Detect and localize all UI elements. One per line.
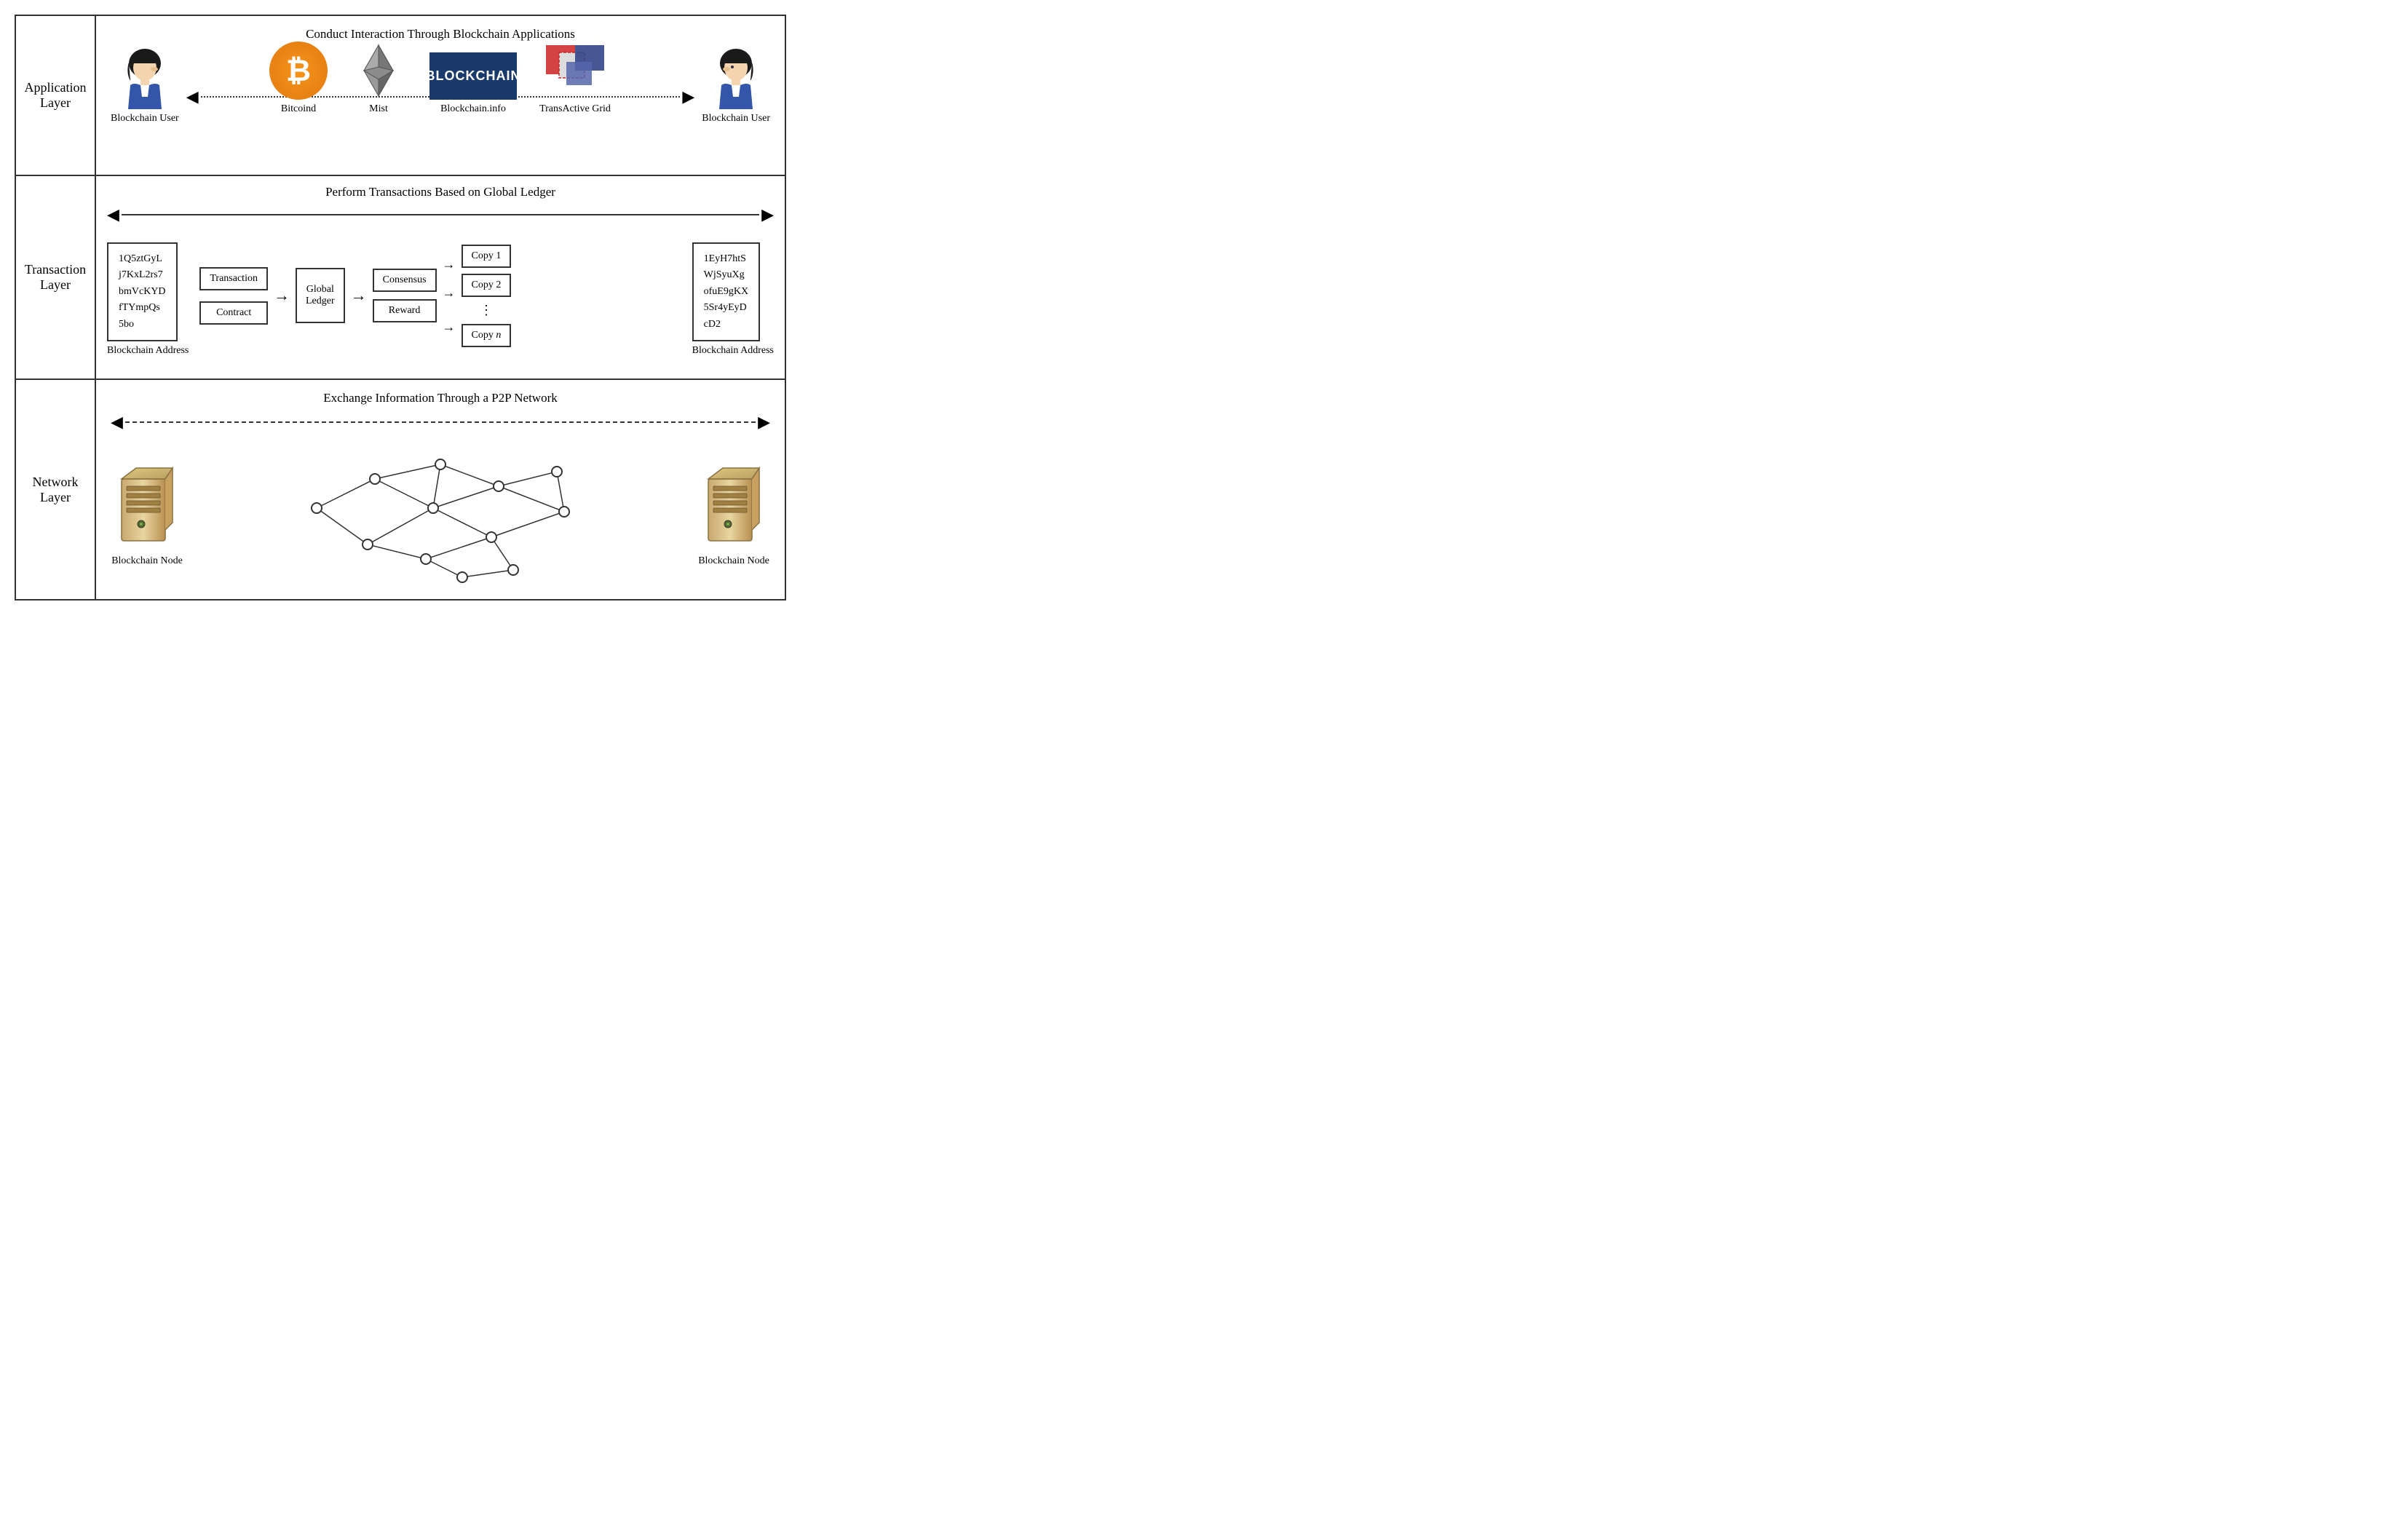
inputs-column: Transaction Contract (199, 267, 268, 325)
left-user-icon (119, 47, 170, 113)
contract-box: Contract (199, 301, 268, 325)
network-title: Exchange Information Through a P2P Netwo… (111, 391, 770, 405)
blockchain-info-label: Blockchain.info (440, 103, 506, 115)
right-address-label: Blockchain Address (692, 345, 774, 357)
application-layer-label: Application Layer (16, 16, 96, 175)
network-layer: Network Layer Exchange Information Throu… (16, 380, 785, 599)
ellipsis: ⋮ (462, 303, 512, 318)
right-user-label: Blockchain User (702, 113, 770, 124)
arrow-to-ledger: → (274, 286, 290, 305)
transactive-grid-icon (539, 41, 611, 100)
reward-box: Reward (373, 299, 437, 322)
network-main: Blockchain Node (111, 443, 770, 588)
left-address-label: Blockchain Address (107, 345, 189, 357)
network-layer-label: Network Layer (16, 380, 96, 599)
bitcoin-icon: ₿ (269, 41, 328, 100)
flow-diagram: Transaction Contract → GlobalLedger → Co… (199, 245, 681, 347)
application-title: Conduct Interaction Through Blockchain A… (111, 27, 770, 41)
network-layer-content: Exchange Information Through a P2P Netwo… (96, 380, 785, 599)
transactive-icon-item: TransActive Grid (539, 41, 611, 115)
blockchain-diagram: Application Layer Conduct Interaction Th… (15, 15, 786, 600)
left-server-icon (111, 464, 183, 552)
mist-icon-item: Mist (349, 41, 408, 115)
transaction-layer-label: Transaction Layer (16, 176, 96, 378)
bitcoind-label: Bitcoind (281, 103, 316, 115)
right-node-label: Blockchain Node (698, 555, 769, 567)
transaction-layer: Transaction Layer Perform Transactions B… (16, 176, 785, 380)
copy2-box: Copy 2 (462, 274, 512, 297)
right-user: Blockchain User (702, 47, 770, 124)
application-layer: Application Layer Conduct Interaction Th… (16, 16, 785, 176)
transaction-box: Transaction (199, 267, 268, 290)
copies-column: Copy 1 Copy 2 ⋮ Copy n (462, 245, 512, 347)
p2p-network-graph (183, 443, 697, 588)
bitcoind-icon-item: ₿ Bitcoind (269, 41, 328, 115)
transaction-layer-content: Perform Transactions Based on Global Led… (96, 176, 785, 378)
transaction-title: Perform Transactions Based on Global Led… (107, 185, 774, 199)
left-node-label: Blockchain Node (111, 555, 183, 567)
left-node: Blockchain Node (111, 464, 183, 567)
mist-label: Mist (369, 103, 388, 115)
transactive-label: TransActive Grid (539, 103, 611, 115)
right-server-icon (697, 464, 770, 552)
ethereum-icon (349, 41, 408, 100)
copy1-box: Copy 1 (462, 245, 512, 268)
right-arrow-icon: ▶ (682, 87, 694, 106)
left-blockchain-address: 1Q5ztGyL j7KxL2rs7 bmVcKYD fTYmpQs 5bo (107, 242, 178, 341)
right-node: Blockchain Node (697, 464, 770, 567)
consensus-reward-column: Consensus Reward (373, 269, 437, 322)
application-layer-content: Conduct Interaction Through Blockchain A… (96, 16, 785, 175)
left-user: Blockchain User (111, 47, 179, 124)
copyn-box: Copy n (462, 324, 512, 347)
blockchain-info-icon: BLOCKCHAIN (429, 52, 517, 100)
blockchain-info-icon-item: BLOCKCHAIN Blockchain.info (429, 52, 517, 115)
consensus-box: Consensus (373, 269, 437, 292)
p2p-graph-svg (258, 443, 622, 588)
right-address-wrapper: 1EyH7htS WjSyuXg ofuE9gKX 5Sr4yEyD cD2 B… (692, 235, 774, 357)
left-user-label: Blockchain User (111, 113, 179, 124)
right-blockchain-address: 1EyH7htS WjSyuXg ofuE9gKX 5Sr4yEyD cD2 (692, 242, 760, 341)
arrow-from-ledger: → (351, 286, 367, 305)
left-arrow-icon: ◀ (186, 87, 199, 106)
app-icons-group: ₿ Bitcoind (269, 41, 611, 115)
left-address-wrapper: 1Q5ztGyL j7KxL2rs7 bmVcKYD fTYmpQs 5bo B… (107, 235, 189, 357)
right-user-icon (710, 47, 761, 113)
global-ledger-box: GlobalLedger (296, 268, 345, 323)
arrows-to-copies: → → → (443, 257, 456, 335)
transaction-flow: 1Q5ztGyL j7KxL2rs7 bmVcKYD fTYmpQs 5bo B… (107, 235, 774, 357)
